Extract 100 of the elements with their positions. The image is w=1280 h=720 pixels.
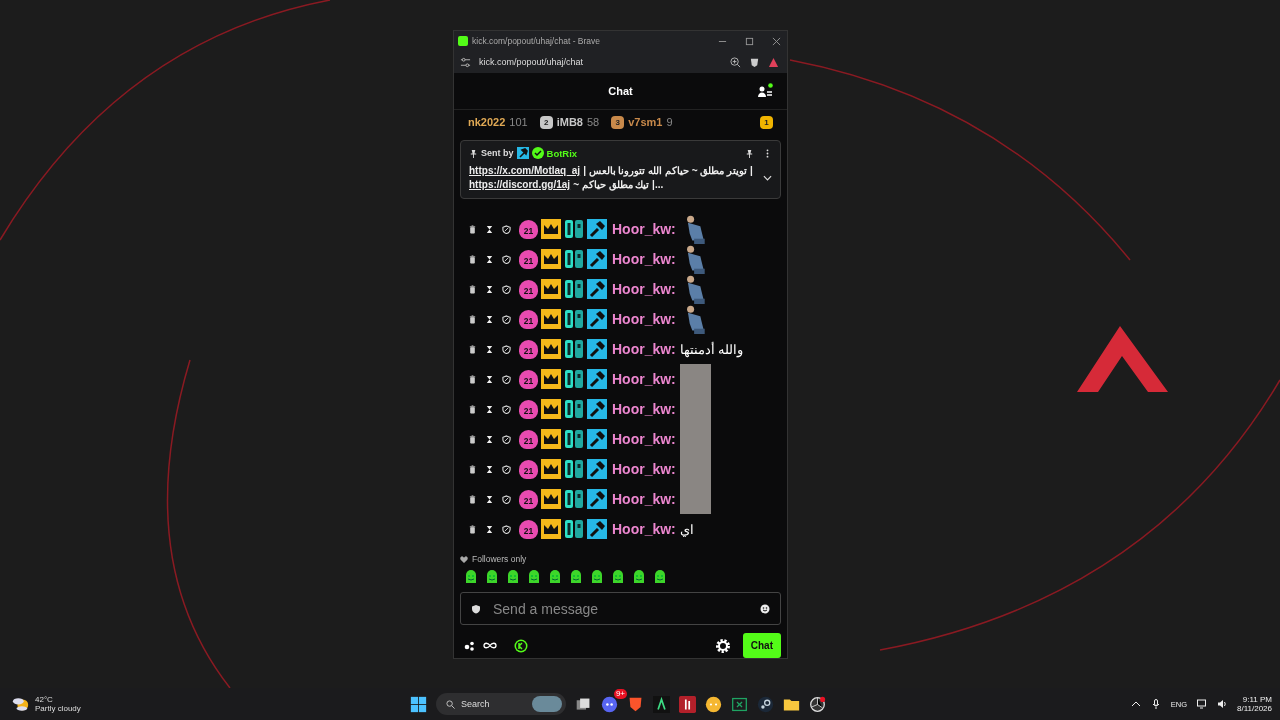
windows-start-icon[interactable] [410, 695, 427, 713]
hourglass-icon[interactable] [485, 254, 494, 264]
url-text[interactable]: kick.com/popout/uhaj/chat [479, 57, 584, 67]
hourglass-icon[interactable] [485, 434, 494, 444]
blob-emote-icon[interactable] [464, 570, 478, 584]
blob-emote-icon[interactable] [485, 570, 499, 584]
crown-badge-icon [541, 249, 561, 269]
og-badge-icon [564, 489, 584, 509]
hourglass-icon[interactable] [485, 524, 494, 534]
username[interactable]: Hoor_kw: [612, 311, 676, 327]
hourglass-icon[interactable] [485, 404, 494, 414]
trash-icon[interactable] [468, 224, 477, 234]
triangle-icon[interactable] [768, 56, 779, 68]
crown-badge-icon [541, 489, 561, 509]
username[interactable]: Hoor_kw: [612, 281, 676, 297]
speaker-icon[interactable] [1217, 699, 1227, 709]
blob-emote-icon[interactable] [632, 570, 646, 584]
window-title: kick.com/popout/uhaj/chat - Brave [472, 36, 601, 46]
username[interactable]: Hoor_kw: [612, 461, 676, 477]
pinned-link[interactable]: https://x.com/Motlaq_aj [469, 164, 581, 178]
shield-icon[interactable] [502, 374, 511, 384]
trash-icon[interactable] [468, 494, 477, 504]
trash-icon[interactable] [468, 284, 477, 294]
username[interactable]: Hoor_kw: [612, 251, 676, 267]
shield-icon[interactable] [502, 314, 511, 324]
clock-date[interactable]: 8/11/2026 [1237, 704, 1272, 713]
steam-icon[interactable] [757, 695, 774, 713]
trash-icon[interactable] [468, 464, 477, 474]
hammer-badge-icon [587, 279, 607, 299]
og-badge-icon [564, 459, 584, 479]
pinned-link[interactable]: https://discord.gg/1aj [469, 178, 571, 192]
k-coin-icon[interactable] [514, 638, 528, 653]
dots-icon[interactable] [464, 640, 476, 651]
users-icon[interactable] [757, 83, 773, 99]
shield-icon[interactable] [502, 254, 511, 264]
shield-icon[interactable] [502, 524, 511, 534]
hourglass-icon[interactable] [485, 464, 494, 474]
photo-placeholder [679, 364, 711, 394]
hourglass-icon[interactable] [485, 374, 494, 384]
message-input[interactable]: Send a message [491, 599, 750, 618]
hourglass-icon[interactable] [485, 344, 494, 354]
hourglass-icon[interactable] [485, 314, 494, 324]
a-letter-app-icon[interactable] [653, 695, 670, 713]
username[interactable]: Hoor_kw: [612, 521, 676, 537]
blob-emote-icon[interactable] [611, 570, 625, 584]
blob-emote-icon[interactable] [590, 570, 604, 584]
pin-icon[interactable] [745, 148, 754, 158]
blob-emote-icon[interactable] [569, 570, 583, 584]
hourglass-icon[interactable] [485, 284, 494, 294]
heart-icon [460, 555, 468, 563]
username[interactable]: Hoor_kw: [612, 491, 676, 507]
shield-icon[interactable] [502, 344, 511, 354]
username[interactable]: Hoor_kw: [612, 371, 676, 387]
taskbar-search-field[interactable]: Search [436, 693, 566, 715]
trash-icon[interactable] [468, 524, 477, 534]
trash-icon[interactable] [468, 314, 477, 324]
trash-icon[interactable] [468, 344, 477, 354]
microphone-icon[interactable] [1150, 699, 1161, 709]
network-icon[interactable] [1197, 699, 1207, 709]
og-badge-icon [564, 279, 584, 299]
close-icon[interactable] [772, 36, 781, 46]
message-field[interactable]: Send a message [460, 592, 781, 625]
shield-icon[interactable] [502, 434, 511, 444]
author-name[interactable]: BotRix [546, 147, 578, 159]
blob-emote-icon[interactable] [548, 570, 562, 584]
subscriber-badge: 21 [519, 459, 538, 479]
clock-time[interactable]: 9:11 PM [1242, 695, 1272, 704]
username[interactable]: Hoor_kw: [612, 341, 676, 357]
zoom-icon[interactable] [730, 56, 741, 68]
hourglass-icon[interactable] [485, 224, 494, 234]
username[interactable]: Hoor_kw: [612, 431, 676, 447]
site-settings-icon[interactable] [460, 56, 471, 68]
username[interactable]: Hoor_kw: [612, 401, 676, 417]
blob-emote-icon[interactable] [527, 570, 541, 584]
trash-icon[interactable] [468, 374, 477, 384]
blob-emote-icon[interactable] [653, 570, 667, 584]
shield-icon[interactable] [502, 284, 511, 294]
shield-icon[interactable] [502, 224, 511, 234]
leaderboard-name: iMB8 [556, 116, 583, 128]
shield-icon[interactable] [502, 464, 511, 474]
trash-icon[interactable] [468, 404, 477, 414]
aperture-app-icon[interactable] [809, 695, 826, 713]
expand-chevron-icon[interactable] [763, 175, 772, 181]
emoji-icon[interactable] [760, 603, 770, 614]
trash-icon[interactable] [468, 434, 477, 444]
blob-emote-icon[interactable] [506, 570, 520, 584]
username[interactable]: Hoor_kw: [612, 221, 676, 237]
shield-icon[interactable] [502, 404, 511, 414]
discord-icon[interactable] [601, 695, 618, 713]
bars-app-icon[interactable] [679, 695, 696, 713]
send-chat-button[interactable]: Chat [742, 633, 781, 658]
chat-bubble-app-icon[interactable] [705, 695, 722, 713]
spreadsheet-icon[interactable] [731, 695, 748, 713]
og-badge-icon [564, 369, 584, 389]
shield-icon[interactable] [502, 494, 511, 504]
chevron-up-icon[interactable] [1130, 699, 1141, 709]
hourglass-icon[interactable] [485, 494, 494, 504]
settings-icon[interactable] [714, 637, 731, 654]
maximize-icon[interactable] [745, 36, 754, 46]
trash-icon[interactable] [468, 254, 477, 264]
